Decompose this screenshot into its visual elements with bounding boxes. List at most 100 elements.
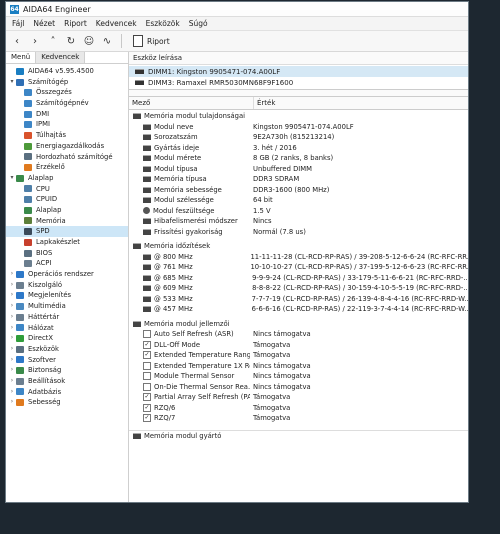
tree-item[interactable]: › Biztonság bbox=[6, 365, 128, 376]
property-row[interactable]: Frissítési gyakoriság Normál (7.8 us) bbox=[129, 227, 468, 238]
property-row[interactable]: @ 533 MHz 7-7-7-19 (CL-RCD-RP-RAS) / 26-1… bbox=[129, 294, 468, 305]
property-row[interactable]: Gyártás ideje 3. hét / 2016 bbox=[129, 143, 468, 154]
property-row[interactable]: On-Die Thermal Sensor Rea... Nincs támoga… bbox=[129, 382, 468, 393]
tree-item[interactable]: › Hálózat bbox=[6, 323, 128, 334]
property-value: Unbuffered DIMM bbox=[253, 164, 313, 173]
device-row-dimm3[interactable]: DIMM3: Ramaxel RMR5030MN68F9F1600 bbox=[129, 77, 468, 88]
chevron-right-icon[interactable]: › bbox=[8, 397, 16, 408]
memory-chip-icon bbox=[143, 197, 151, 204]
tree-item[interactable]: › Operációs rendszer bbox=[6, 269, 128, 280]
property-row[interactable]: @ 761 MHz 10-10-10-27 (CL-RCD-RP-RAS) / 3… bbox=[129, 262, 468, 273]
property-row[interactable]: ✓ Extended Temperature Range Támogatva bbox=[129, 350, 468, 361]
tree-item[interactable]: › Multimédia bbox=[6, 301, 128, 312]
tree-item[interactable]: Túlhajtás bbox=[6, 130, 128, 141]
chevron-down-icon[interactable]: ▾ bbox=[8, 77, 16, 88]
property-row[interactable]: @ 609 MHz 8-8-8-22 (CL-RCD-RP-RAS) / 30-1… bbox=[129, 283, 468, 294]
chevron-right-icon[interactable]: › bbox=[8, 312, 16, 323]
property-row[interactable]: ✓ RZQ/6 Támogatva bbox=[129, 403, 468, 414]
up-icon[interactable]: ˄ bbox=[46, 34, 60, 48]
tree-item[interactable]: ACPI bbox=[6, 258, 128, 269]
tree-item[interactable]: Számítógépnév bbox=[6, 98, 128, 109]
property-row[interactable]: Hibafelismerési módszer Nincs bbox=[129, 216, 468, 227]
property-row[interactable]: @ 800 MHz 11-11-11-28 (CL-RCD-RP-RAS) / 3… bbox=[129, 252, 468, 263]
tree-item-label: Eszközök bbox=[28, 344, 59, 353]
chevron-down-icon[interactable]: ▾ bbox=[8, 173, 16, 184]
property-row[interactable]: Extended Temperature 1X Re... Nincs támog… bbox=[129, 361, 468, 372]
tree-item[interactable]: › Beállítások bbox=[6, 376, 128, 387]
tree-item[interactable]: › Szoftver bbox=[6, 355, 128, 366]
property-row[interactable]: Memória típusa DDR3 SDRAM bbox=[129, 174, 468, 185]
tree-item[interactable]: CPUID bbox=[6, 194, 128, 205]
property-field: ✓ Extended Temperature Range bbox=[129, 351, 250, 360]
property-field-label: Hibafelismerési módszer bbox=[154, 217, 238, 226]
tree-item[interactable]: › DirectX bbox=[6, 333, 128, 344]
tree-item[interactable]: BIOS bbox=[6, 248, 128, 259]
property-row[interactable]: ✓ Partial Array Self Refresh (PA... Támoga… bbox=[129, 392, 468, 403]
property-row[interactable]: Modul mérete 8 GB (2 ranks, 8 banks) bbox=[129, 153, 468, 164]
device-row-dimm1[interactable]: DIMM1: Kingston 9905471-074.A00LF bbox=[129, 66, 468, 77]
chevron-right-icon[interactable]: › bbox=[8, 333, 16, 344]
tree-item[interactable]: Energiagazdálkodás bbox=[6, 141, 128, 152]
tree-item[interactable]: › Háttértár bbox=[6, 312, 128, 323]
user-icon[interactable]: ☺ bbox=[82, 34, 96, 48]
tab-favorites[interactable]: Kedvencek bbox=[36, 52, 86, 63]
property-row[interactable]: Modul típusa Unbuffered DIMM bbox=[129, 164, 468, 175]
menu-view[interactable]: Nézet bbox=[33, 19, 55, 28]
report-button[interactable]: Riport bbox=[129, 35, 174, 47]
chevron-right-icon[interactable]: › bbox=[8, 376, 16, 387]
tree-item[interactable]: Lapkakészlet bbox=[6, 237, 128, 248]
devices-icon bbox=[16, 345, 24, 353]
chevron-right-icon[interactable]: › bbox=[8, 387, 16, 398]
menu-file[interactable]: Fájl bbox=[12, 19, 24, 28]
chart-icon[interactable]: ∿ bbox=[100, 34, 114, 48]
property-row[interactable]: Modul neve Kingston 9905471-074.A00LF bbox=[129, 122, 468, 133]
chevron-right-icon[interactable]: › bbox=[8, 301, 16, 312]
tree-item[interactable]: › Kiszolgáló bbox=[6, 280, 128, 291]
tree-item[interactable]: CPU bbox=[6, 184, 128, 195]
chevron-right-icon[interactable]: › bbox=[8, 344, 16, 355]
refresh-icon[interactable]: ↻ bbox=[64, 34, 78, 48]
back-icon[interactable]: ‹ bbox=[10, 34, 24, 48]
tree-item[interactable]: SPD bbox=[6, 226, 128, 237]
chevron-right-icon[interactable]: › bbox=[8, 323, 16, 334]
tree-item[interactable]: Érzékelő bbox=[6, 162, 128, 173]
tree-item[interactable]: Memória bbox=[6, 216, 128, 227]
chevron-right-icon[interactable]: › bbox=[8, 355, 16, 366]
property-row[interactable]: Memória sebessége DDR3-1600 (800 MHz) bbox=[129, 185, 468, 196]
menu-favorites[interactable]: Kedvencek bbox=[96, 19, 137, 28]
menu-tools[interactable]: Eszközök bbox=[146, 19, 180, 28]
tree-item[interactable]: ▾ Számítógép bbox=[6, 77, 128, 88]
property-row[interactable]: Module Thermal Sensor Nincs támogatva bbox=[129, 371, 468, 382]
tree-item[interactable]: AIDA64 v5.95.4500 bbox=[6, 66, 128, 77]
menu-report[interactable]: Riport bbox=[64, 19, 87, 28]
tree-item[interactable]: › Sebesség bbox=[6, 397, 128, 408]
chevron-right-icon[interactable]: › bbox=[8, 365, 16, 376]
property-row[interactable]: @ 685 MHz 9-9-9-24 (CL-RCD-RP-RAS) / 33-1… bbox=[129, 273, 468, 284]
property-row[interactable]: Auto Self Refresh (ASR) Nincs támogatva bbox=[129, 329, 468, 340]
tree-item[interactable]: DMI bbox=[6, 109, 128, 120]
tree-item[interactable]: › Adatbázis bbox=[6, 387, 128, 398]
report-icon bbox=[133, 35, 143, 47]
footer-row[interactable]: Memória modul gyártó bbox=[129, 429, 468, 442]
chevron-right-icon[interactable]: › bbox=[8, 290, 16, 301]
column-value[interactable]: Érték bbox=[254, 97, 275, 109]
tree-item[interactable]: › Eszközök bbox=[6, 344, 128, 355]
property-row[interactable]: Modul szélessége 64 bit bbox=[129, 195, 468, 206]
property-row[interactable]: @ 457 MHz 6-6-6-16 (CL-RCD-RP-RAS) / 22-1… bbox=[129, 304, 468, 315]
tree-item[interactable]: Alaplap bbox=[6, 205, 128, 216]
property-row[interactable]: ✓ RZQ/7 Támogatva bbox=[129, 413, 468, 424]
column-field[interactable]: Mező bbox=[129, 97, 254, 109]
menu-help[interactable]: Súgó bbox=[189, 19, 208, 28]
tab-menu[interactable]: Menü bbox=[6, 52, 37, 63]
chevron-right-icon[interactable]: › bbox=[8, 280, 16, 291]
chevron-right-icon[interactable]: › bbox=[8, 269, 16, 280]
tree-item[interactable]: IPMI bbox=[6, 119, 128, 130]
property-row[interactable]: ✓ DLL-Off Mode Támogatva bbox=[129, 340, 468, 351]
tree-item[interactable]: Hordozható számítógé bbox=[6, 152, 128, 163]
forward-icon[interactable]: › bbox=[28, 34, 42, 48]
property-row[interactable]: Sorozatszám 9E2A730h (815213214) bbox=[129, 132, 468, 143]
property-row[interactable]: Modul feszültsége 1.5 V bbox=[129, 206, 468, 217]
tree-item[interactable]: ▾ Alaplap bbox=[6, 173, 128, 184]
tree-item[interactable]: › Megjelenítés bbox=[6, 290, 128, 301]
tree-item[interactable]: Összegzés bbox=[6, 87, 128, 98]
